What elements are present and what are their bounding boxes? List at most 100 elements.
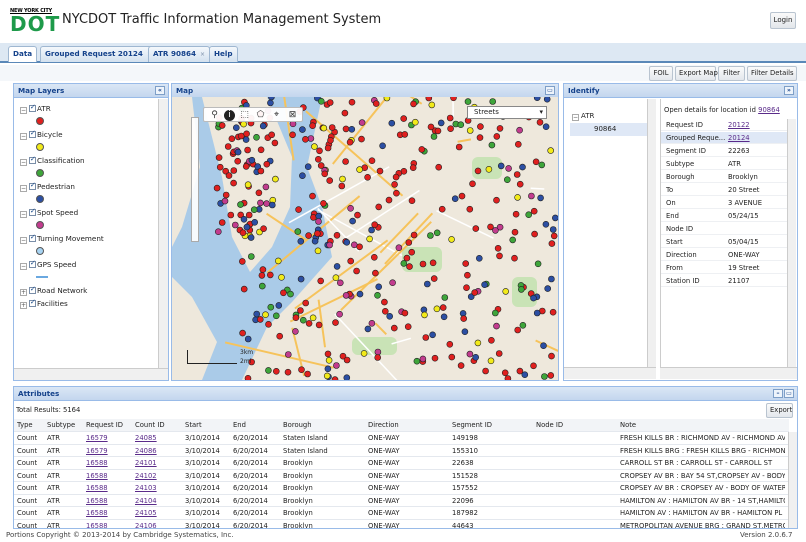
- map-marker[interactable]: [228, 135, 236, 143]
- map-marker[interactable]: [259, 266, 267, 273]
- map-marker[interactable]: [364, 174, 371, 181]
- map-marker[interactable]: [253, 310, 260, 318]
- map-marker[interactable]: [343, 239, 351, 246]
- tree-hscrollbar[interactable]: [564, 367, 656, 379]
- map-marker[interactable]: [297, 275, 305, 283]
- map-marker[interactable]: [347, 257, 354, 265]
- map-marker[interactable]: [389, 279, 396, 286]
- select-box-icon[interactable]: ⬚: [239, 110, 250, 121]
- map-marker[interactable]: [530, 294, 537, 302]
- checkbox[interactable]: [29, 129, 36, 138]
- map-marker[interactable]: [505, 165, 512, 172]
- map-marker[interactable]: [346, 138, 354, 146]
- map-marker[interactable]: [224, 143, 232, 150]
- map-marker[interactable]: [364, 325, 372, 333]
- column-header[interactable]: Segment ID: [452, 419, 492, 431]
- table-cell[interactable]: 16579: [86, 432, 108, 444]
- map-marker[interactable]: [541, 373, 548, 380]
- map-marker[interactable]: [368, 320, 376, 327]
- map-marker[interactable]: [489, 98, 497, 105]
- expand-toggle-icon[interactable]: −: [20, 211, 27, 218]
- map-marker[interactable]: [429, 331, 436, 339]
- map-marker[interactable]: [413, 357, 421, 365]
- map-marker[interactable]: [422, 334, 430, 341]
- map-marker[interactable]: [451, 195, 459, 202]
- column-header[interactable]: Borough: [283, 419, 312, 431]
- map-marker[interactable]: [374, 354, 381, 361]
- map-marker[interactable]: [485, 166, 493, 173]
- map-marker[interactable]: [501, 369, 509, 377]
- map-marker[interactable]: [533, 97, 541, 101]
- map-marker[interactable]: [531, 230, 538, 238]
- map-marker[interactable]: [267, 99, 274, 107]
- layer-road-network[interactable]: + Road Network: [20, 285, 87, 296]
- map-marker[interactable]: [438, 205, 446, 213]
- map-marker[interactable]: [315, 218, 322, 225]
- map-marker[interactable]: [309, 192, 316, 200]
- table-cell[interactable]: 24101: [135, 457, 157, 469]
- map-marker[interactable]: [314, 230, 321, 237]
- map-marker[interactable]: [448, 353, 456, 361]
- info-icon[interactable]: i: [224, 110, 235, 121]
- map-marker[interactable]: [503, 176, 511, 183]
- map-marker[interactable]: [307, 135, 315, 142]
- map-marker[interactable]: [538, 161, 546, 169]
- map-marker[interactable]: [433, 305, 441, 313]
- layer-turning-movement[interactable]: − Turning Movement: [20, 233, 104, 244]
- map-marker[interactable]: [275, 257, 282, 265]
- map-marker[interactable]: [326, 177, 333, 184]
- map-marker[interactable]: [347, 205, 354, 212]
- map-marker[interactable]: [300, 316, 307, 324]
- map-marker[interactable]: [376, 167, 384, 175]
- minimize-icon[interactable]: –: [773, 389, 783, 398]
- map-marker[interactable]: [502, 288, 510, 295]
- expand-toggle-icon[interactable]: +: [20, 302, 27, 309]
- map-marker[interactable]: [439, 304, 447, 311]
- map-marker[interactable]: [225, 172, 233, 179]
- layer-spot-speed[interactable]: − Spot Speed: [20, 207, 78, 218]
- map-marker[interactable]: [318, 98, 325, 105]
- expand-toggle-icon[interactable]: −: [20, 133, 27, 140]
- map-marker[interactable]: [542, 221, 550, 228]
- map-marker[interactable]: [528, 192, 535, 200]
- map-marker[interactable]: [268, 131, 275, 139]
- foil-button[interactable]: FOIL: [649, 66, 673, 81]
- map-marker[interactable]: [366, 235, 373, 243]
- map-marker[interactable]: [548, 275, 555, 283]
- tab-data[interactable]: Data: [8, 46, 38, 62]
- map-marker[interactable]: [393, 189, 400, 197]
- map-marker[interactable]: [496, 252, 503, 260]
- map-marker[interactable]: [262, 183, 270, 191]
- map-marker[interactable]: [234, 157, 241, 165]
- map-marker[interactable]: [446, 341, 454, 348]
- map-marker[interactable]: [494, 245, 502, 252]
- map-marker[interactable]: [504, 375, 512, 381]
- map-marker[interactable]: [316, 147, 323, 155]
- map-marker[interactable]: [294, 228, 302, 235]
- table-cell[interactable]: 24104: [135, 495, 157, 507]
- login-button[interactable]: Login: [770, 12, 796, 29]
- map-marker[interactable]: [302, 135, 309, 143]
- polygon-select-icon[interactable]: ⬠: [255, 110, 266, 121]
- table-cell[interactable]: 16588: [86, 520, 108, 529]
- map-marker[interactable]: [304, 163, 312, 170]
- map-marker[interactable]: [230, 167, 238, 174]
- map-marker[interactable]: [240, 285, 248, 293]
- details-hscrollbar[interactable]: [660, 367, 797, 379]
- map-marker[interactable]: [410, 231, 418, 239]
- column-header[interactable]: Count ID: [135, 419, 165, 431]
- map-marker[interactable]: [321, 170, 328, 178]
- map-marker[interactable]: [218, 122, 226, 129]
- map-marker[interactable]: [248, 156, 256, 164]
- map-marker[interactable]: [368, 157, 376, 165]
- layer-bicycle[interactable]: − Bicycle: [20, 129, 63, 140]
- map-marker[interactable]: [250, 206, 258, 213]
- map-marker[interactable]: [328, 124, 336, 131]
- map-marker[interactable]: [299, 126, 306, 133]
- map-marker[interactable]: [493, 133, 501, 140]
- table-row[interactable]: Count ATR 16588 24106 3/10/2014 6/20/2014 Broo…: [14, 520, 789, 529]
- map-marker[interactable]: [496, 125, 504, 132]
- layer-atr[interactable]: − ATR: [20, 103, 51, 114]
- table-row[interactable]: Count ATR 16588 24104 3/10/2014 6/20/2014 Broo…: [14, 495, 789, 507]
- map-marker[interactable]: [466, 127, 474, 134]
